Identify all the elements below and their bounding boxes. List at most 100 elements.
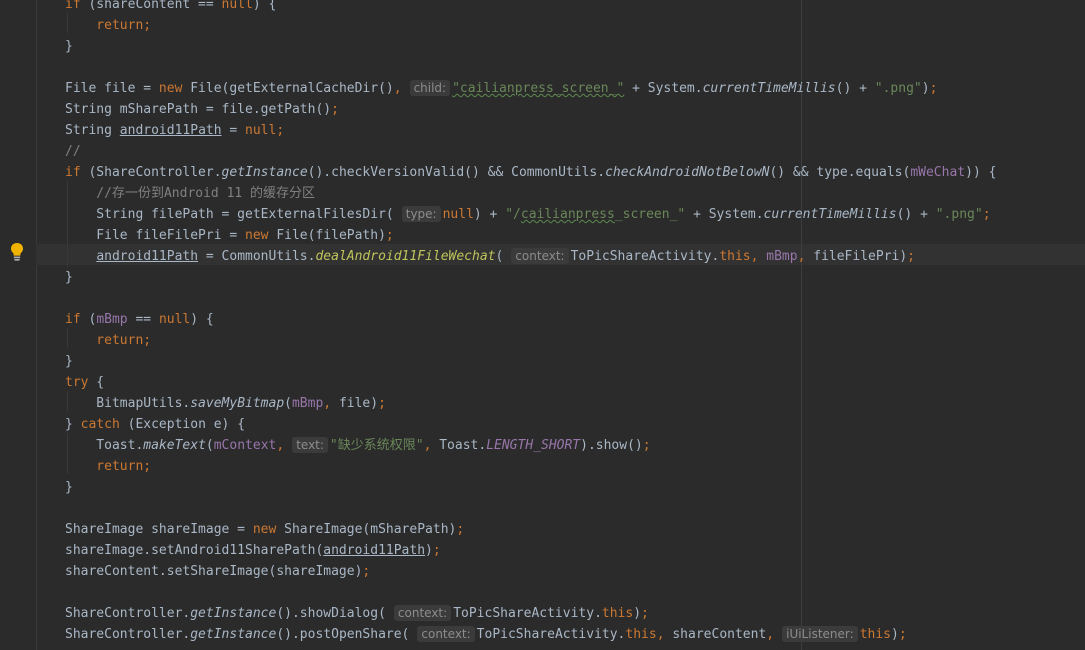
code-token: null; bbox=[245, 123, 285, 138]
code-line[interactable]: File fileFilePri = new File(filePath); bbox=[65, 225, 393, 246]
code-line[interactable]: return; bbox=[65, 456, 151, 477]
code-token: )) { bbox=[965, 165, 997, 180]
code-line[interactable]: //存一份到Android 11 的缓存分区 bbox=[65, 183, 315, 204]
editor-gutter[interactable] bbox=[0, 0, 37, 650]
code-token: ; bbox=[143, 18, 152, 33]
code-line[interactable]: android11Path = CommonUtils.dealAndroid1… bbox=[65, 246, 915, 267]
code-line[interactable]: try { bbox=[65, 372, 104, 393]
code-token: String mSharePath = file.getPath() bbox=[65, 102, 332, 117]
code-token: String filePath = getExternalFilesDir( bbox=[65, 207, 394, 222]
code-token: { bbox=[88, 375, 105, 390]
code-token: ShareController. bbox=[65, 606, 191, 621]
code-token: this bbox=[601, 606, 634, 621]
parameter-hint: child: bbox=[409, 80, 451, 96]
code-token: try bbox=[65, 375, 89, 390]
parameter-hint: iUiListener: bbox=[782, 626, 858, 642]
code-token: if bbox=[65, 0, 81, 12]
code-token: ( bbox=[495, 249, 504, 264]
code-line[interactable]: } bbox=[65, 477, 73, 498]
code-token: saveMyBitmap bbox=[190, 396, 285, 411]
code-token: return; bbox=[65, 459, 152, 474]
code-token: Toast. bbox=[65, 438, 144, 453]
code-token: ( bbox=[80, 312, 97, 327]
code-line[interactable]: if (shareContent == null) { bbox=[65, 0, 276, 15]
code-token: mWeChat bbox=[910, 165, 966, 180]
code-token: this, bbox=[625, 627, 665, 642]
code-token: getInstance bbox=[221, 165, 308, 180]
code-token: "cailianpress_screen_" bbox=[452, 81, 625, 96]
code-editor[interactable]: if (shareContent == null) { return;} File… bbox=[0, 0, 1085, 650]
code-token: "缺少系统权限" bbox=[329, 438, 424, 453]
code-token: ) { bbox=[252, 0, 277, 12]
code-line[interactable]: if (ShareController.getInstance().checkV… bbox=[65, 162, 996, 183]
code-token: File(getExternalCacheDir() bbox=[182, 81, 394, 96]
code-token: } bbox=[65, 417, 81, 432]
code-line[interactable]: return; bbox=[65, 330, 151, 351]
code-token: , bbox=[323, 396, 332, 411]
code-token: File fileFilePri = bbox=[65, 228, 246, 243]
code-token: ( bbox=[205, 438, 214, 453]
parameter-hint: context: bbox=[511, 248, 569, 264]
code-line[interactable]: return; bbox=[65, 15, 151, 36]
code-token: , bbox=[766, 627, 775, 642]
code-token: new bbox=[158, 81, 183, 96]
code-token: ShareImage shareImage = bbox=[65, 522, 253, 537]
code-line[interactable]: BitmapUtils.saveMyBitmap(mBmp, file); bbox=[65, 393, 386, 414]
code-token: Toast. bbox=[431, 438, 487, 453]
code-token: } bbox=[65, 480, 73, 495]
code-token: ".png" bbox=[874, 81, 922, 96]
code-line[interactable]: String filePath = getExternalFilesDir(ty… bbox=[65, 204, 991, 225]
code-token: null bbox=[221, 0, 253, 12]
code-token: = bbox=[221, 123, 246, 138]
code-token: this, bbox=[719, 249, 759, 264]
code-line[interactable]: ShareImage shareImage = new ShareImage(m… bbox=[65, 519, 464, 540]
code-line[interactable]: } bbox=[65, 351, 73, 372]
code-token: currentTimeMillis bbox=[702, 81, 836, 96]
code-line[interactable]: // bbox=[65, 141, 81, 162]
code-token: BitmapUtils. bbox=[65, 396, 191, 411]
code-token: () && type.equals( bbox=[769, 165, 911, 180]
code-token: new bbox=[252, 522, 277, 537]
code-token: new bbox=[245, 228, 269, 243]
code-token: if bbox=[65, 165, 81, 180]
code-line[interactable]: shareContent.setShareImage(shareImage); bbox=[65, 561, 370, 582]
code-token: mBmp bbox=[96, 312, 128, 327]
code-line[interactable]: ShareController.getInstance().showDialog… bbox=[65, 603, 649, 624]
code-line[interactable]: if (mBmp == null) { bbox=[65, 309, 214, 330]
code-token: + System. bbox=[624, 81, 703, 96]
code-token: , bbox=[393, 81, 402, 96]
code-token: file) bbox=[331, 396, 379, 411]
code-token: dealAndroid11FileWechat bbox=[315, 249, 496, 264]
code-token: ; bbox=[378, 396, 386, 411]
code-line[interactable]: ShareController.getInstance().postOpenSh… bbox=[65, 624, 907, 645]
code-token: android11Path bbox=[96, 249, 199, 264]
code-line[interactable]: String android11Path = null; bbox=[65, 120, 284, 141]
code-line[interactable]: shareImage.setAndroid11SharePath(android… bbox=[65, 540, 441, 561]
code-token: () + bbox=[835, 81, 875, 96]
code-token: ) { bbox=[190, 312, 214, 327]
code-token: , bbox=[276, 438, 285, 453]
code-token: mBmp bbox=[291, 396, 324, 411]
code-token: (Exception e) { bbox=[119, 417, 246, 432]
code-line[interactable]: } bbox=[65, 36, 73, 57]
code-token: File(filePath) bbox=[268, 228, 386, 243]
code-token: () + bbox=[896, 207, 936, 222]
code-token: ToPicShareActivity. bbox=[476, 627, 626, 642]
lightbulb-icon[interactable] bbox=[9, 242, 25, 262]
code-token: ; bbox=[331, 102, 339, 117]
code-token: ToPicShareActivity. bbox=[570, 249, 720, 264]
code-token: null bbox=[442, 207, 474, 222]
code-token: "/ bbox=[505, 207, 521, 222]
code-token: ) bbox=[425, 543, 433, 558]
code-line[interactable]: File file = new File(getExternalCacheDir… bbox=[65, 78, 937, 99]
code-token: _screen_" bbox=[614, 207, 686, 222]
code-token: String bbox=[65, 123, 120, 138]
code-token: ; bbox=[641, 606, 649, 621]
code-line[interactable]: String mSharePath = file.getPath(); bbox=[65, 99, 339, 120]
code-token: mContext bbox=[213, 438, 277, 453]
code-token: (shareContent == bbox=[80, 0, 222, 12]
code-line[interactable]: } catch (Exception e) { bbox=[65, 414, 245, 435]
code-line[interactable]: } bbox=[65, 267, 73, 288]
code-token: getInstance bbox=[190, 606, 277, 621]
code-line[interactable]: Toast.makeText(mContext, text: "缺少系统权限", T… bbox=[65, 435, 651, 456]
